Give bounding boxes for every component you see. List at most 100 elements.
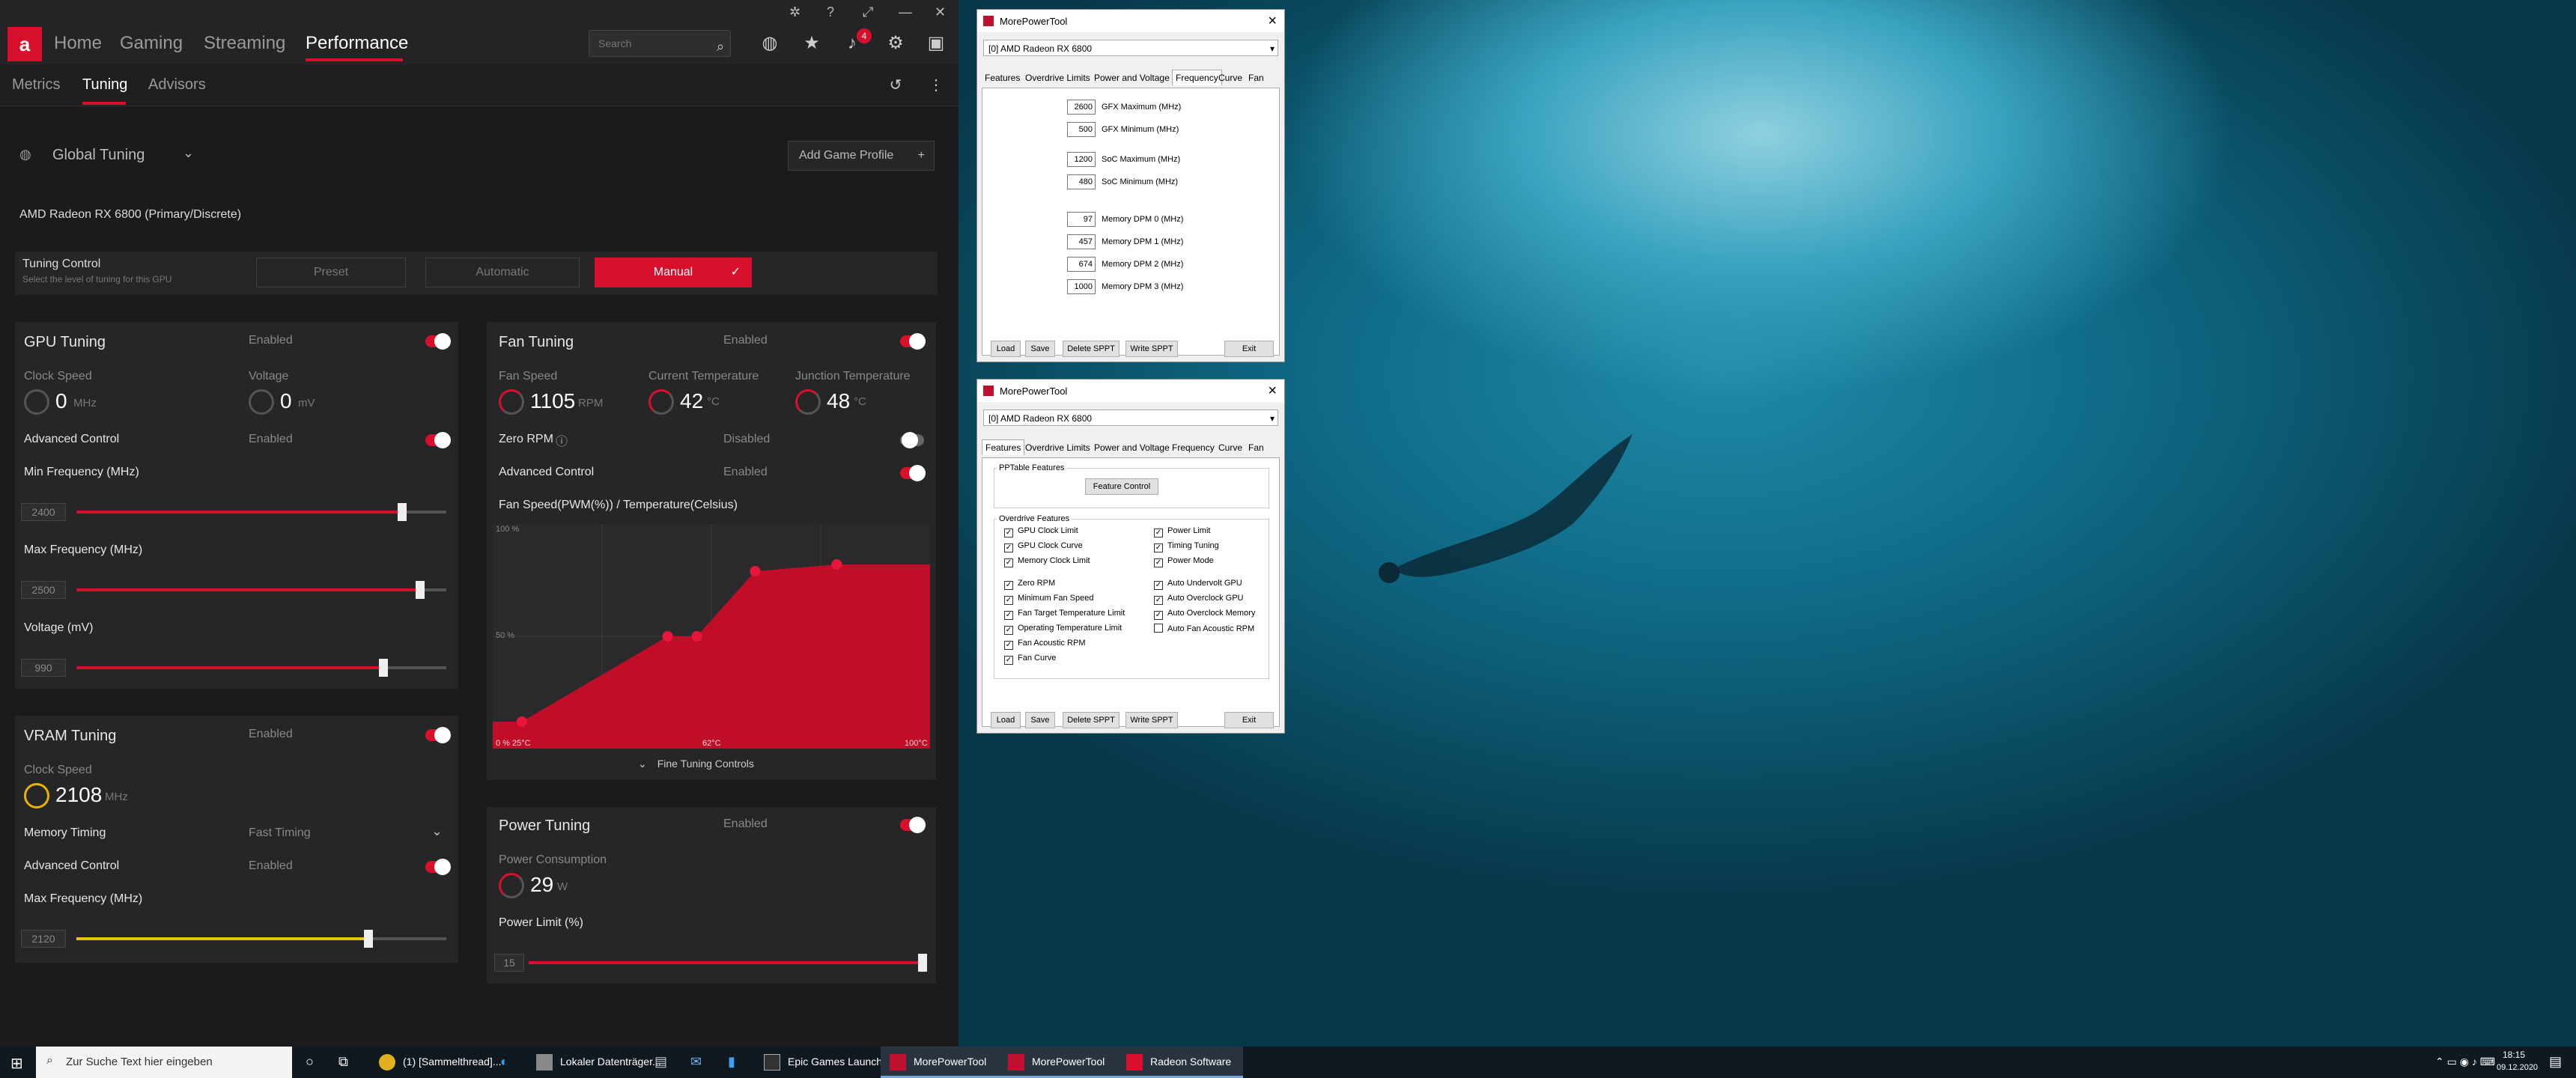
soc-min-input[interactable]: 480	[1067, 174, 1096, 189]
restore-icon[interactable]: ⤢	[863, 4, 873, 20]
edge-icon[interactable]: ◐	[500, 1054, 508, 1070]
memory-timing-select[interactable]: Fast Timing	[249, 826, 311, 840]
exit-button[interactable]: Exit	[1224, 341, 1274, 357]
tab-features[interactable]: Features	[985, 73, 1020, 83]
gpu-min-freq-value[interactable]: 2400	[21, 503, 66, 521]
timing-chevron-icon[interactable]: ⌄	[431, 823, 443, 839]
manual-button[interactable]: Manual ✓	[595, 258, 752, 287]
task-morepowertool-2[interactable]: MorePowerTool	[999, 1047, 1117, 1078]
fan-curve-point-4[interactable]	[831, 559, 842, 570]
tab-fan[interactable]: Fan	[1248, 442, 1264, 453]
bug-report-icon[interactable]: ✲	[789, 4, 801, 20]
power-limit-value[interactable]: 15	[494, 954, 524, 972]
soc-max-input[interactable]: 1200	[1067, 152, 1096, 167]
star-icon[interactable]: ★	[801, 33, 822, 54]
slider-handle[interactable]	[918, 954, 927, 972]
checkbox-gpu-clock-curve[interactable]: ✓ GPU Clock Curve	[1004, 541, 1083, 552]
write-sppt-button[interactable]: Write SPPT	[1126, 712, 1178, 728]
close-icon[interactable]: ✕	[935, 4, 946, 20]
close-icon[interactable]: ×	[1268, 383, 1277, 400]
task-view-icon[interactable]: ⧉	[338, 1054, 348, 1070]
checkbox-memory-clock-limit[interactable]: ✓ Memory Clock Limit	[1004, 556, 1090, 567]
windows-start-icon[interactable]: ⊞	[10, 1054, 23, 1073]
tab-overdrive-limits[interactable]: Overdrive Limits	[1025, 442, 1090, 453]
task-morepowertool-1[interactable]: MorePowerTool	[881, 1047, 999, 1078]
tab-power-voltage[interactable]: Power and Voltage	[1094, 442, 1170, 453]
save-button[interactable]: Save	[1025, 712, 1055, 728]
cortana-icon[interactable]: ○	[306, 1054, 314, 1070]
power-tuning-toggle[interactable]	[900, 817, 926, 833]
clock-time[interactable]: 18:15	[2503, 1050, 2525, 1060]
tab-curve[interactable]: Curve	[1218, 73, 1242, 83]
task-radeon[interactable]: Radeon Software	[1117, 1047, 1243, 1078]
tab-tuning[interactable]: Tuning	[82, 76, 127, 94]
load-button[interactable]: Load	[991, 341, 1021, 357]
task-chrome[interactable]: (1) [Sammelthread]...	[370, 1047, 502, 1078]
fan-curve-point-0[interactable]	[516, 716, 527, 727]
checkbox-timing-tuning[interactable]: ✓ Timing Tuning	[1154, 541, 1219, 552]
fan-curve-point-1[interactable]	[662, 631, 673, 642]
fan-curve-point-3[interactable]	[750, 566, 761, 576]
preset-button[interactable]: Preset	[256, 258, 406, 287]
search-icon[interactable]: ⌕	[710, 36, 731, 57]
taskbar-search[interactable]: ⌕ Zur Suche Text hier eingeben	[36, 1047, 292, 1078]
slider-handle[interactable]	[364, 930, 374, 948]
close-icon[interactable]: ×	[1268, 13, 1277, 30]
tab-frequency[interactable]: Frequency	[1172, 442, 1215, 453]
gpu-max-freq-value[interactable]: 2500	[21, 581, 66, 599]
delete-sppt-button[interactable]: Delete SPPT	[1063, 341, 1120, 357]
vram-tuning-toggle[interactable]	[425, 727, 451, 743]
slider-handle[interactable]	[379, 659, 389, 677]
gfx-max-input[interactable]: 2600	[1067, 100, 1096, 115]
tab-curve[interactable]: Curve	[1218, 442, 1242, 453]
checkbox-fan-curve[interactable]: ✓ Fan Curve	[1004, 654, 1056, 665]
gpu-voltage-slider[interactable]	[76, 659, 446, 677]
checkbox-auto-fan-acoustic-rpm[interactable]: Auto Fan Acoustic RPM	[1154, 624, 1254, 633]
checkbox-operating-temperature-limit[interactable]: ✓ Operating Temperature Limit	[1004, 624, 1122, 635]
vram-max-freq-value[interactable]: 2120	[21, 930, 66, 948]
profile-selector[interactable]: Global Tuning	[52, 147, 145, 164]
load-button[interactable]: Load	[991, 712, 1021, 728]
add-game-profile-button[interactable]: Add Game Profile +	[788, 141, 935, 171]
automatic-button[interactable]: Automatic	[425, 258, 580, 287]
nav-home[interactable]: Home	[54, 33, 102, 54]
fan-tuning-toggle[interactable]	[900, 333, 926, 350]
tab-metrics[interactable]: Metrics	[12, 76, 60, 94]
checkbox-fan-target-temperature-limit[interactable]: ✓ Fan Target Temperature Limit	[1004, 609, 1125, 620]
checkbox-gpu-clock-limit[interactable]: ✓ GPU Clock Limit	[1004, 526, 1078, 538]
gpu-min-freq-slider[interactable]	[76, 503, 446, 521]
store-icon[interactable]: ▤	[654, 1054, 667, 1070]
reset-icon[interactable]: ↺	[885, 75, 906, 96]
checkbox-power-mode[interactable]: ✓ Power Mode	[1154, 556, 1214, 567]
notification-center-icon[interactable]: ▤	[2549, 1054, 2562, 1070]
save-button[interactable]: Save	[1025, 341, 1055, 357]
info-icon[interactable]: ⓘ	[556, 431, 568, 449]
delete-sppt-button[interactable]: Delete SPPT	[1063, 712, 1120, 728]
nav-gaming[interactable]: Gaming	[120, 33, 183, 54]
tab-frequency[interactable]: Frequency	[1172, 70, 1222, 85]
tray-icons[interactable]: ⌃ ▭ ◉ ♪ ⌨	[2435, 1056, 2495, 1068]
exit-button[interactable]: Exit	[1224, 712, 1274, 728]
device-select[interactable]: [0] AMD Radeon RX 6800 ▾	[983, 40, 1278, 56]
globe-icon[interactable]: ◍	[759, 33, 780, 54]
tab-power-voltage[interactable]: Power and Voltage	[1094, 73, 1170, 83]
mem-dpm2-input[interactable]: 674	[1067, 257, 1096, 272]
gpu-advanced-toggle[interactable]	[425, 432, 451, 448]
checkbox-auto-undervolt-gpu[interactable]: ✓ Auto Undervolt GPU	[1154, 579, 1242, 590]
feature-control-button[interactable]: Feature Control	[1085, 478, 1158, 495]
gfx-min-input[interactable]: 500	[1067, 122, 1096, 137]
slider-handle[interactable]	[397, 503, 407, 521]
minimize-icon[interactable]: —	[899, 4, 912, 20]
gpu-voltage-input[interactable]: 990	[21, 659, 66, 677]
checkbox-auto-overclock-memory[interactable]: ✓ Auto Overclock Memory	[1154, 609, 1255, 620]
app-icon[interactable]: ▮	[728, 1054, 735, 1070]
tab-overdrive-limits[interactable]: Overdrive Limits	[1025, 73, 1090, 83]
checkbox-minimum-fan-speed[interactable]: ✓ Minimum Fan Speed	[1004, 594, 1094, 605]
mem-dpm1-input[interactable]: 457	[1067, 234, 1096, 249]
tab-fan[interactable]: Fan	[1248, 73, 1264, 83]
checkbox-zero-rpm[interactable]: ✓ Zero RPM	[1004, 579, 1055, 590]
write-sppt-button[interactable]: Write SPPT	[1126, 341, 1178, 357]
gear-icon[interactable]: ⚙	[885, 33, 906, 54]
help-icon[interactable]: ?	[827, 4, 834, 20]
gpu-tuning-toggle[interactable]	[425, 333, 451, 350]
